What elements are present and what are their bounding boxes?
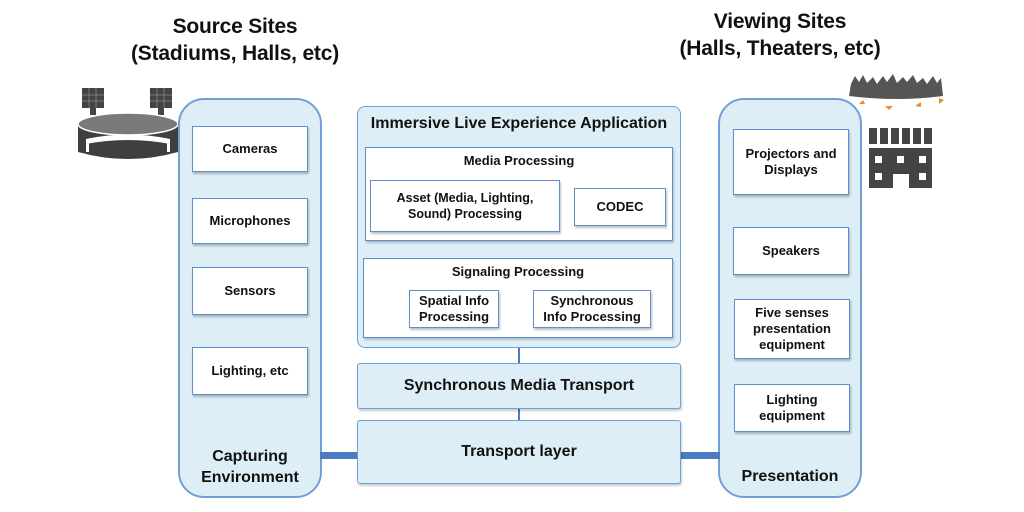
transport-presentation-connector: [680, 452, 720, 459]
microphones-label: Microphones: [209, 213, 291, 228]
signaling-processing-title: Signaling Processing: [451, 264, 585, 279]
five-senses-box: Five senses presentation equipment: [734, 299, 850, 359]
viewing-sites-title-line1: Viewing Sites: [713, 10, 847, 33]
source-sites-title: Source Sites (Stadiums, Halls, etc): [95, 13, 375, 67]
sync-line1: Synchronous: [550, 293, 634, 308]
transport-layer-box: Transport layer: [357, 420, 681, 484]
asset-processing-box: Asset (Media, Lighting, Sound) Processin…: [370, 180, 560, 232]
presentation-label: Presentation: [741, 468, 839, 485]
sync-media-transport-label: Synchronous Media Transport: [403, 377, 635, 394]
spatial-line2: Processing: [418, 309, 490, 324]
capturing-transport-connector: [320, 452, 360, 459]
source-sites-title-line1: Source Sites: [172, 15, 298, 38]
source-sites-title-line2: (Stadiums, Halls, etc): [131, 42, 339, 65]
capturing-label-line2: Environment: [201, 469, 299, 486]
lighting-etc-label: Lighting, etc: [211, 363, 289, 378]
capturing-label-line1: Capturing: [212, 448, 288, 465]
projectors-displays-box: Projectors and Displays: [733, 129, 849, 195]
asset-line1: Asset (Media, Lighting,: [396, 191, 534, 205]
spatial-info-box: Spatial Info Processing: [409, 290, 499, 328]
spatial-line1: Spatial Info: [418, 293, 490, 308]
sync-line2: Info Processing: [543, 309, 641, 324]
speakers-label: Speakers: [762, 243, 820, 258]
synchronous-info-box: Synchronous Info Processing: [533, 290, 651, 328]
lighting-equipment-box: Lighting equipment: [734, 384, 850, 432]
media-processing-title: Media Processing: [463, 153, 575, 168]
synchronous-media-transport-box: Synchronous Media Transport: [357, 363, 681, 409]
sensors-box: Sensors: [192, 267, 308, 315]
lighting-equipment-line2: equipment: [759, 408, 825, 423]
stadium-icon: [77, 88, 179, 159]
transport-layer-label: Transport layer: [461, 443, 577, 460]
projectors-line2: Displays: [764, 162, 818, 177]
application-title: Immersive Live Experience Application: [370, 115, 668, 132]
cameras-label: Cameras: [222, 141, 278, 156]
lighting-equipment-line1: Lighting: [766, 392, 818, 407]
five-senses-line1: Five senses: [755, 305, 829, 320]
lighting-etc-box: Lighting, etc: [192, 347, 308, 395]
projectors-line1: Projectors and: [745, 146, 837, 161]
microphones-box: Microphones: [192, 198, 308, 244]
codec-box: CODEC: [574, 188, 666, 226]
sensors-label: Sensors: [224, 283, 276, 298]
five-senses-line3: equipment: [759, 337, 825, 352]
codec-label: CODEC: [596, 199, 644, 214]
five-senses-line2: presentation: [752, 321, 831, 336]
asset-line2: Sound) Processing: [408, 207, 522, 221]
viewing-sites-title: Viewing Sites (Halls, Theaters, etc): [640, 8, 920, 62]
cameras-box: Cameras: [192, 126, 308, 172]
speakers-box: Speakers: [733, 227, 849, 275]
viewing-sites-title-line2: (Halls, Theaters, etc): [679, 37, 881, 60]
capturing-environment-label: Capturing Environment: [180, 446, 320, 488]
